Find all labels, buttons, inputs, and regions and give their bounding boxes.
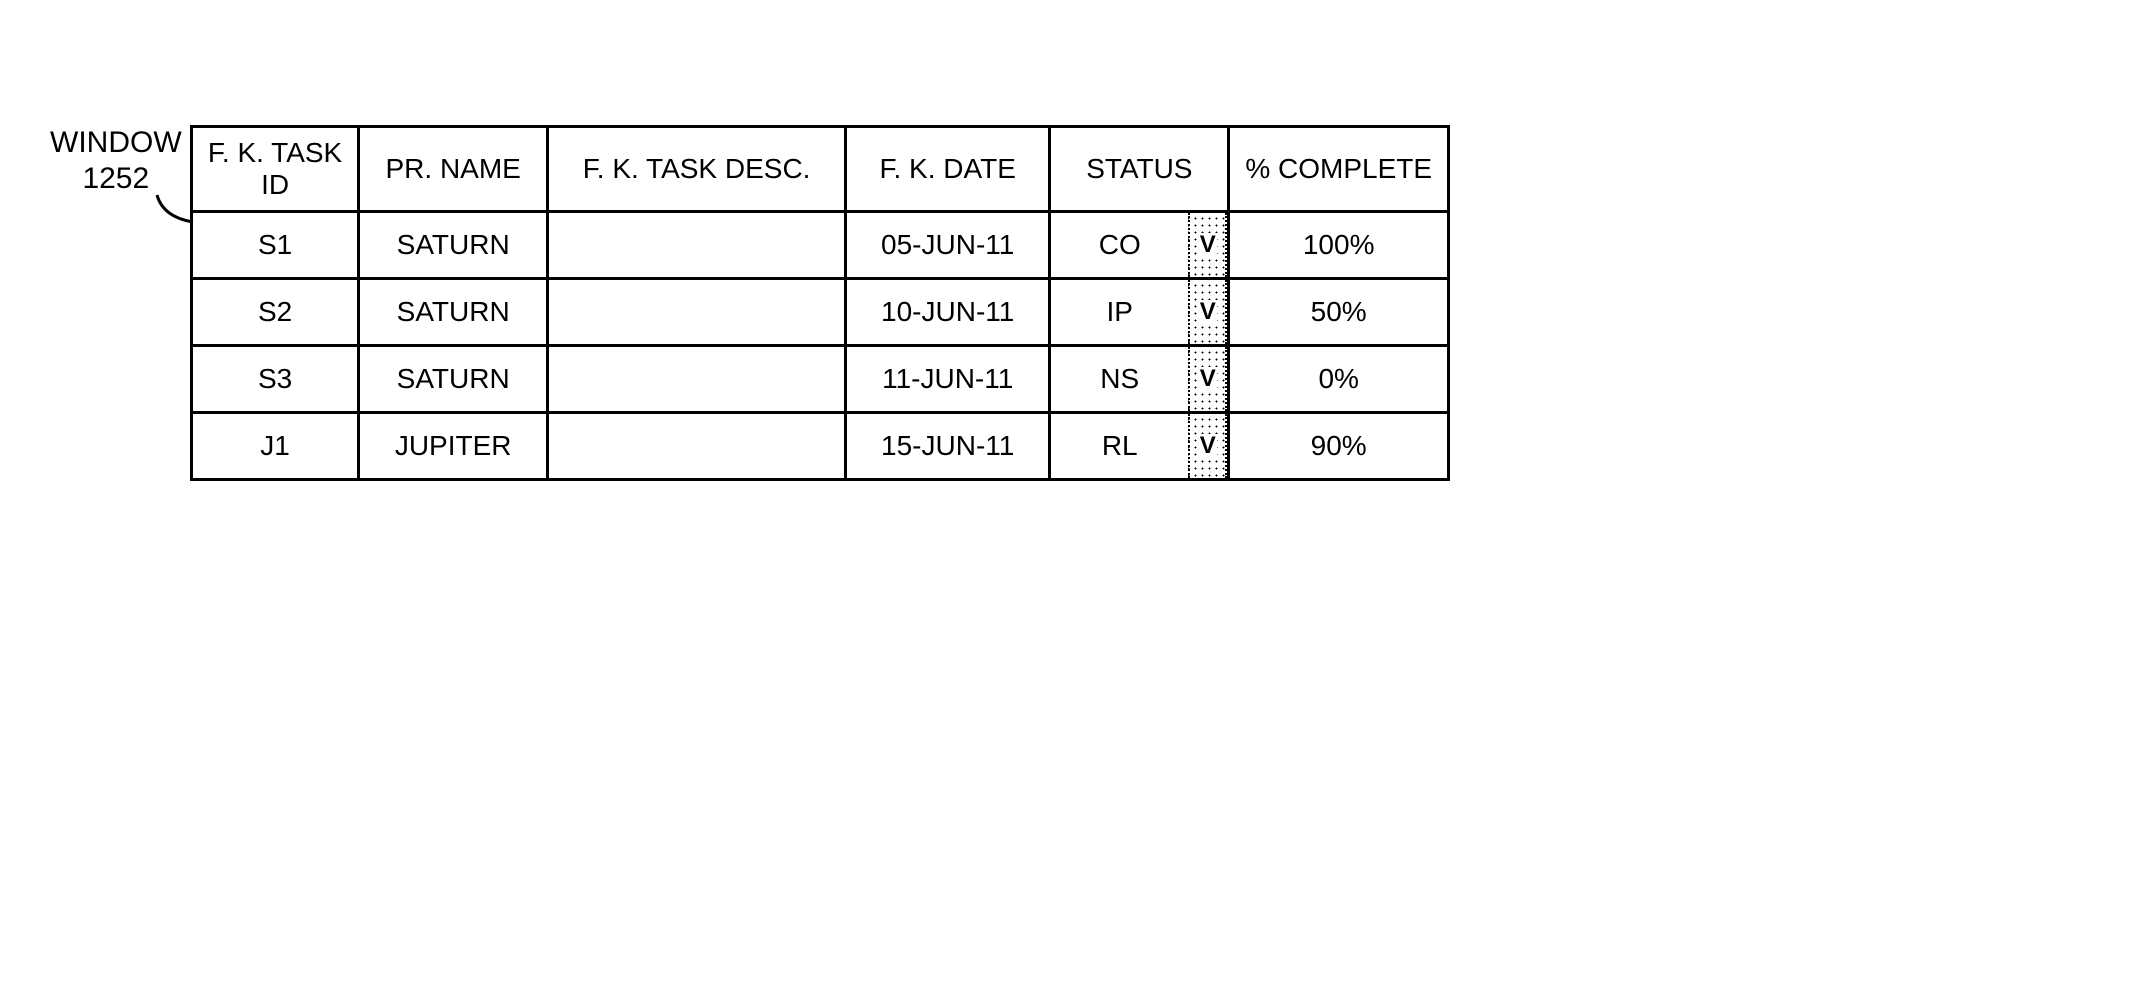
cell-date: 10-JUN-11 (846, 279, 1050, 346)
window-label-line2: 1252 (82, 162, 149, 195)
cell-pr-name: SATURN (359, 346, 548, 413)
cell-date: 05-JUN-11 (846, 212, 1050, 279)
cell-task-desc (548, 279, 846, 346)
cell-pr-name: SATURN (359, 279, 548, 346)
table-row: S1 SATURN 05-JUN-11 CO V 100% (192, 212, 1449, 279)
cell-task-id: S2 (192, 279, 359, 346)
cell-task-id: S3 (192, 346, 359, 413)
col-header-date: F. K. DATE (846, 127, 1050, 212)
cell-date: 15-JUN-11 (846, 413, 1050, 480)
status-dropdown-button[interactable]: V (1188, 279, 1229, 346)
callout-line (145, 167, 345, 287)
cell-task-id: J1 (192, 413, 359, 480)
col-header-status: STATUS (1050, 127, 1229, 212)
cell-task-desc (548, 212, 846, 279)
chevron-down-icon: V (1199, 367, 1217, 391)
chevron-down-icon: V (1199, 434, 1217, 458)
status-dropdown-button[interactable]: V (1188, 413, 1229, 480)
cell-status: RL (1050, 413, 1188, 480)
task-table-body: S1 SATURN 05-JUN-11 CO V 100% S2 SATURN … (192, 212, 1449, 480)
cell-date: 11-JUN-11 (846, 346, 1050, 413)
cell-pct: 100% (1229, 212, 1449, 279)
cell-pr-name: SATURN (359, 212, 548, 279)
cell-status: IP (1050, 279, 1188, 346)
status-dropdown-button[interactable]: V (1188, 212, 1229, 279)
col-header-task-desc: F. K. TASK DESC. (548, 127, 846, 212)
task-table-header: F. K. TASK ID PR. NAME F. K. TASK DESC. … (192, 127, 1449, 212)
table-row: J1 JUPITER 15-JUN-11 RL V 90% (192, 413, 1449, 480)
window-label-line1: WINDOW (50, 126, 182, 159)
table-row: S3 SATURN 11-JUN-11 NS V 0% (192, 346, 1449, 413)
figure-container: WINDOW 1252 F. K. TASK ID PR. NAME F. K.… (50, 125, 1450, 481)
task-table-window: F. K. TASK ID PR. NAME F. K. TASK DESC. … (190, 125, 1450, 481)
cell-status: NS (1050, 346, 1188, 413)
cell-pct: 90% (1229, 413, 1449, 480)
cell-pct: 50% (1229, 279, 1449, 346)
task-table: F. K. TASK ID PR. NAME F. K. TASK DESC. … (190, 125, 1450, 481)
cell-status: CO (1050, 212, 1188, 279)
chevron-down-icon: V (1199, 300, 1217, 324)
col-header-pr-name: PR. NAME (359, 127, 548, 212)
cell-pct: 0% (1229, 346, 1449, 413)
status-dropdown-button[interactable]: V (1188, 346, 1229, 413)
cell-task-desc (548, 346, 846, 413)
col-header-pct: % COMPLETE (1229, 127, 1449, 212)
cell-task-desc (548, 413, 846, 480)
header-row: F. K. TASK ID PR. NAME F. K. TASK DESC. … (192, 127, 1449, 212)
cell-pr-name: JUPITER (359, 413, 548, 480)
chevron-down-icon: V (1199, 233, 1217, 257)
table-row: S2 SATURN 10-JUN-11 IP V 50% (192, 279, 1449, 346)
